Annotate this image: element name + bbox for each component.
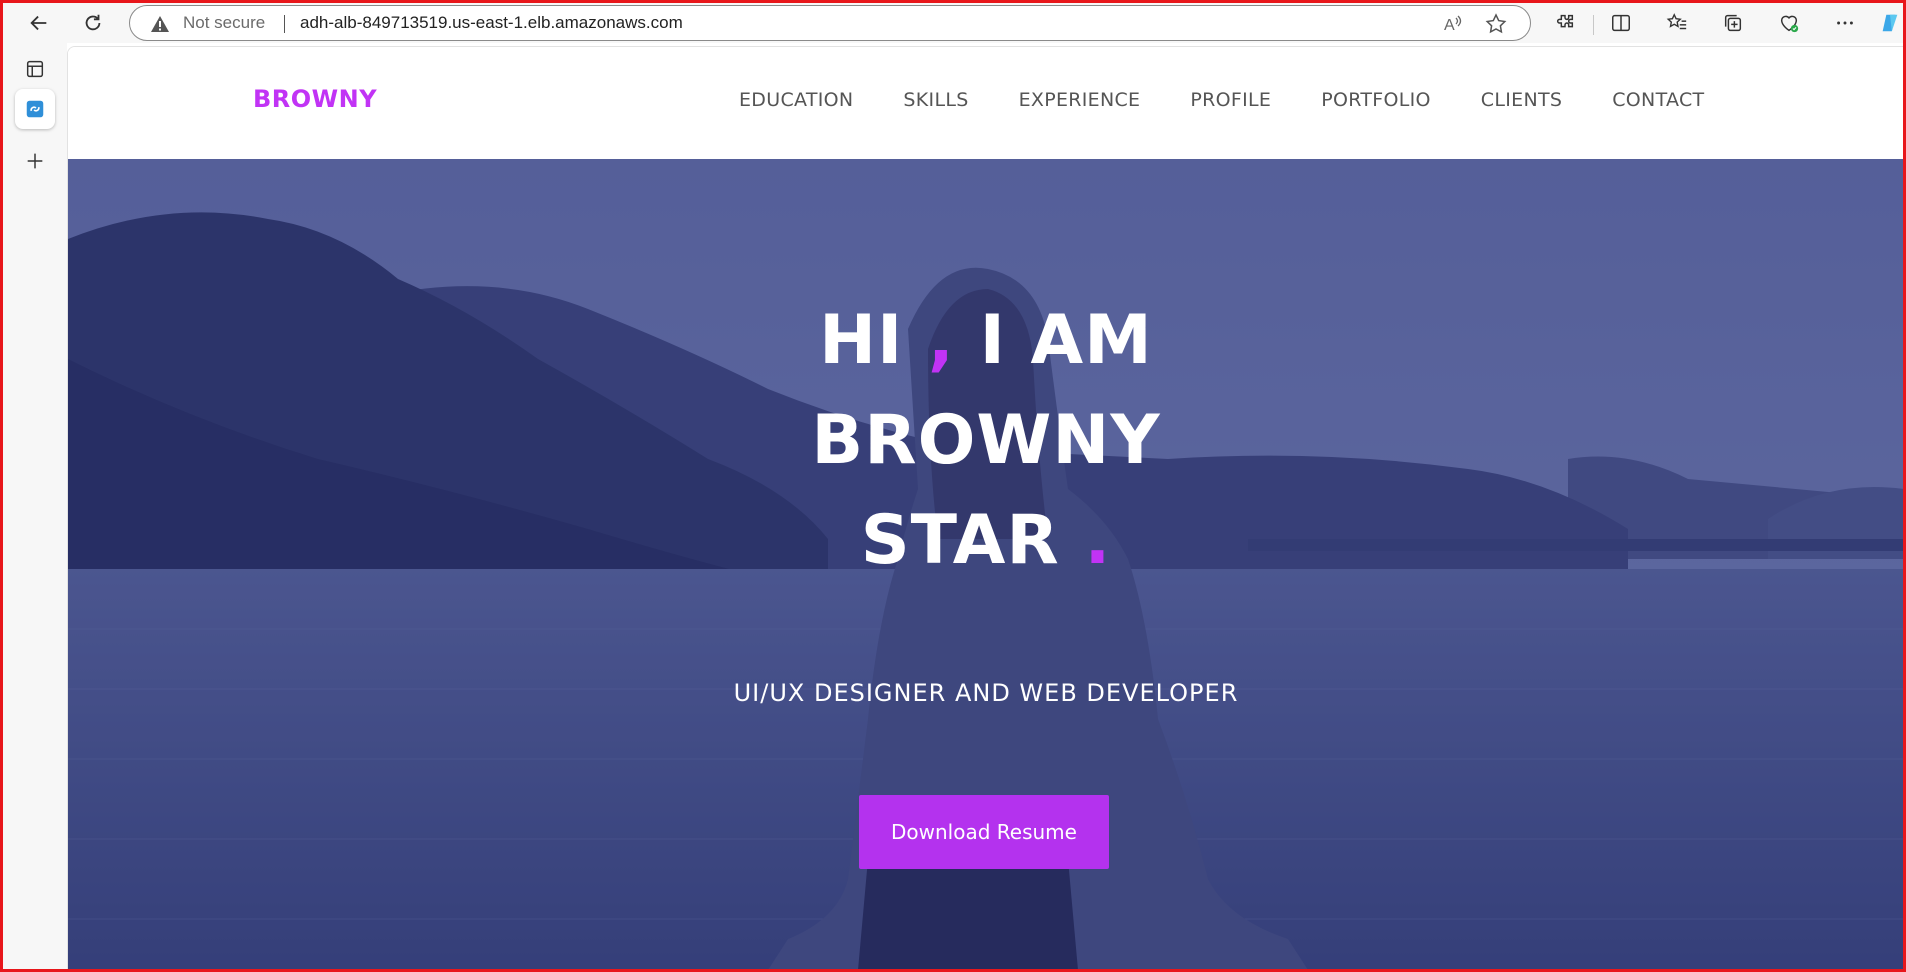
extensions-icon[interactable] <box>1547 5 1583 41</box>
address-bar[interactable]: Not secure adh-alb-849713519.us-east-1.e… <box>129 5 1531 41</box>
security-label[interactable]: Not secure <box>183 13 265 33</box>
hero-title-line1: HI , I AM <box>68 301 1903 380</box>
download-resume-button[interactable]: Download Resume <box>859 795 1109 869</box>
hero-title-line3: STAR . <box>68 501 1903 580</box>
hero-dot: . <box>1084 501 1112 580</box>
nav-clients[interactable]: CLIENTS <box>1481 89 1562 111</box>
toolbar-separator <box>1593 15 1594 35</box>
collections-icon[interactable] <box>1715 5 1751 41</box>
site-logo[interactable]: BROWNY <box>253 85 377 113</box>
copilot-icon[interactable] <box>1877 5 1903 41</box>
nav-contact[interactable]: CONTACT <box>1612 89 1704 111</box>
warning-icon <box>150 14 170 34</box>
nav-portfolio[interactable]: PORTFOLIO <box>1321 89 1431 111</box>
more-options-icon[interactable] <box>1827 5 1863 41</box>
read-aloud-icon[interactable]: A <box>1442 13 1464 35</box>
svg-text:A: A <box>1444 17 1455 34</box>
browser-toolbar: Not secure adh-alb-849713519.us-east-1.e… <box>3 3 1903 43</box>
hero-greeting: HI <box>819 301 904 380</box>
nav-education[interactable]: EDUCATION <box>739 89 853 111</box>
url-text[interactable]: adh-alb-849713519.us-east-1.elb.amazonaw… <box>300 13 683 33</box>
hero-star: STAR <box>860 501 1060 580</box>
favorite-star-icon[interactable] <box>1484 12 1508 36</box>
address-separator <box>284 15 285 33</box>
hero-i-am: I AM <box>979 301 1153 380</box>
back-icon[interactable] <box>21 5 57 41</box>
hero-comma: , <box>928 301 955 380</box>
web-page: BROWNY EDUCATION SKILLS EXPERIENCE PROFI… <box>67 46 1903 969</box>
nav-experience[interactable]: EXPERIENCE <box>1019 89 1141 111</box>
nav-skills[interactable]: SKILLS <box>903 89 968 111</box>
hero-subtitle: UI/UX DESIGNER AND WEB DEVELOPER <box>733 679 1239 707</box>
vertical-tab-rail <box>3 43 67 969</box>
hero-title-line2: BROWNY <box>811 401 1161 480</box>
split-screen-icon[interactable] <box>1603 5 1639 41</box>
nav-profile[interactable]: PROFILE <box>1190 89 1271 111</box>
active-tab-favicon[interactable] <box>15 89 55 129</box>
refresh-icon[interactable] <box>75 5 111 41</box>
browser-essentials-icon[interactable] <box>1771 5 1807 41</box>
favorites-icon[interactable] <box>1659 5 1695 41</box>
site-nav-links: EDUCATION SKILLS EXPERIENCE PROFILE PORT… <box>739 89 1754 111</box>
new-tab-icon[interactable] <box>15 141 55 181</box>
site-navbar: BROWNY EDUCATION SKILLS EXPERIENCE PROFI… <box>68 47 1903 159</box>
hero-section: HI , I AM BROWNY STAR . UI/UX DESIGNER A… <box>68 159 1903 969</box>
tab-actions-icon[interactable] <box>15 49 55 89</box>
